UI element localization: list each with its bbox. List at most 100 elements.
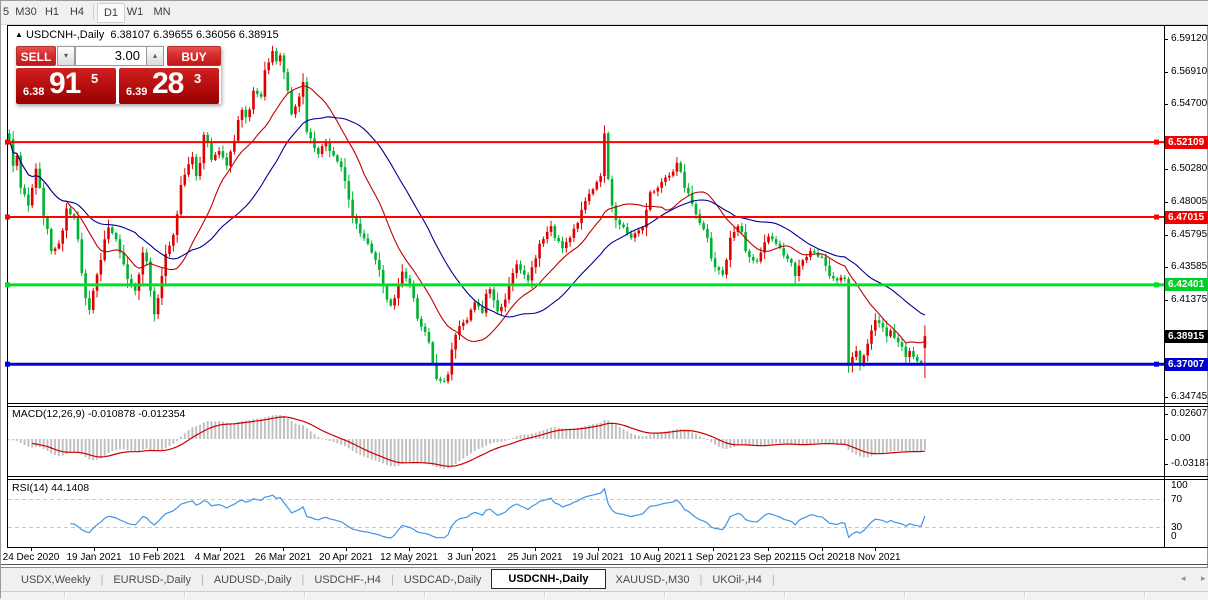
rsi-value: 44.1408 [51, 482, 90, 494]
tab-eurusd-daily[interactable]: EURUSD-,Daily [103, 571, 201, 589]
time-axis-tick [220, 547, 221, 551]
tab-ukoil-h4[interactable]: UKOil-,H4 [702, 571, 772, 589]
sell-price-major: 6.38 [23, 86, 45, 98]
ohlc-values: 6.38107 6.39655 6.36056 6.38915 [110, 29, 279, 41]
time-axis-label: 19 Jul 2021 [572, 552, 624, 563]
time-axis-tick [768, 547, 769, 551]
volume-input[interactable]: 3.00 [75, 46, 147, 66]
time-axis-tick [409, 547, 410, 551]
time-axis-label: 8 Nov 2021 [849, 552, 901, 563]
price-axis-tick-label: 6.34745 [1171, 391, 1208, 402]
tab-scroll-left-icon[interactable]: ◂ [1181, 573, 1186, 584]
buy-price-major: 6.39 [126, 86, 148, 98]
status-cell-divider [1024, 592, 1026, 598]
tab-usdcnh-daily[interactable]: USDCNH-,Daily [491, 568, 606, 589]
time-axis-tick [535, 547, 536, 551]
macd-values: -0.010878 -0.012354 [87, 408, 186, 420]
time-axis-tick [822, 547, 823, 551]
price-badge: 6.37007 [1165, 358, 1208, 371]
time-axis-label: 24 Dec 2020 [2, 552, 60, 563]
macd-axis-tick [1164, 464, 1168, 465]
time-axis-label: 3 Jun 2021 [447, 552, 497, 563]
volume-increase-button[interactable]: ▴ [146, 46, 164, 66]
sell-button[interactable]: SELL [16, 46, 56, 66]
price-axis-tick [1164, 235, 1168, 236]
buy-button[interactable]: BUY [167, 46, 221, 66]
rsi-pane [8, 487, 1164, 539]
price-badge: 6.42401 [1165, 278, 1208, 291]
time-axis-label: 4 Mar 2021 [194, 552, 246, 563]
status-cell-divider [904, 592, 906, 598]
price-axis-tick [1164, 267, 1168, 268]
tab-usdx-weekly[interactable]: USDX,Weekly [11, 571, 100, 589]
price-axis-tick [1164, 104, 1168, 105]
price-axis-tick-label: 6.50280 [1171, 163, 1208, 174]
price-axis-tick [1164, 300, 1168, 301]
tab-xauusd-m30[interactable]: XAUUSD-,M30 [606, 571, 700, 589]
time-axis-label: 10 Aug 2021 [629, 552, 687, 563]
time-axis-tick [31, 547, 32, 551]
rsi-line[interactable] [70, 487, 926, 539]
time-axis-tick [472, 547, 473, 551]
tab-usdcad-daily[interactable]: USDCAD-,Daily [394, 571, 492, 589]
rsi-label: RSI(14) 44.1408 [12, 482, 90, 494]
sell-price-tile[interactable]: 6.38 91 5 [16, 68, 116, 104]
price-axis-tick [1164, 397, 1168, 398]
macd-pane [8, 415, 926, 469]
ma-fast-line[interactable] [8, 85, 926, 344]
status-cell-divider [64, 592, 66, 598]
tab-audusd-daily[interactable]: AUDUSD-,Daily [204, 571, 302, 589]
rsi-axis-tick-label: 100 [1171, 480, 1188, 491]
price-axis-tick [1164, 72, 1168, 73]
macd-axis-tick [1164, 439, 1168, 440]
macd-axis-tick-label: 0.00 [1171, 433, 1191, 444]
price-badge: 6.52109 [1165, 136, 1208, 149]
time-axis-label: 1 Sep 2021 [687, 552, 739, 563]
time-axis-label: 15 Oct 2021 [794, 552, 850, 563]
status-bar [1, 591, 1208, 600]
volume-decrease-button[interactable]: ▾ [57, 46, 75, 66]
status-cell-divider [304, 592, 306, 598]
time-axis-tick [658, 547, 659, 551]
price-axis-tick-label: 6.43585 [1171, 261, 1208, 272]
price-axis-tick-label: 6.48005 [1171, 196, 1208, 207]
time-axis-label: 25 Jun 2021 [507, 552, 563, 563]
sell-price-pips: 91 [49, 68, 81, 100]
price-badge: 6.47015 [1165, 211, 1208, 224]
collapse-arrow-icon[interactable]: ▲ [15, 30, 23, 39]
time-axis-label: 23 Sep 2021 [739, 552, 797, 563]
status-cell-divider [664, 592, 666, 598]
horizontal-lines[interactable] [5, 139, 1164, 367]
time-axis-tick [875, 547, 876, 551]
price-badge: 6.38915 [1165, 330, 1208, 343]
buy-price-pips: 28 [152, 68, 184, 100]
price-axis-tick [1164, 169, 1168, 170]
time-axis-tick [598, 547, 599, 551]
price-axis-tick-label: 6.45795 [1171, 229, 1208, 240]
time-axis-tick [157, 547, 158, 551]
rsi-axis-tick-label: 0 [1171, 531, 1177, 542]
one-click-trading-panel: SELL ▾ 3.00 ▴ BUY 6.38 91 5 6.39 28 3 [16, 46, 221, 104]
time-axis-tick [94, 547, 95, 551]
symbol-tab-bar: USDX,Weekly | EURUSD-,Daily | AUDUSD-,Daily |… [1, 567, 1208, 591]
price-axis-tick [1164, 202, 1168, 203]
sell-price-point: 5 [91, 71, 99, 86]
status-cell-divider [1144, 592, 1146, 598]
buy-price-tile[interactable]: 6.39 28 3 [119, 68, 219, 104]
price-axis-tick-label: 6.59120 [1171, 33, 1208, 44]
price-axis-tick-label: 6.54700 [1171, 98, 1208, 109]
status-cell-divider [784, 592, 786, 598]
time-axis-tick [713, 547, 714, 551]
time-axis-label: 26 Mar 2021 [254, 552, 312, 563]
tab-usdchf-h4[interactable]: USDCHF-,H4 [304, 571, 391, 589]
macd-axis-tick [1164, 414, 1168, 415]
time-axis-label: 10 Feb 2021 [128, 552, 186, 563]
macd-label: MACD(12,26,9) -0.010878 -0.012354 [12, 408, 186, 420]
tab-scroll-right-icon[interactable]: ▸ [1201, 573, 1206, 584]
tab-separator: | [771, 573, 775, 586]
time-axis-label: 19 Jan 2021 [66, 552, 122, 563]
macd-axis-tick-label: 0.02607 [1171, 408, 1208, 419]
status-cell-divider [544, 592, 546, 598]
macd-axis-tick-label: -0.03187 [1171, 458, 1208, 469]
price-axis-tick-label: 6.56910 [1171, 66, 1208, 77]
